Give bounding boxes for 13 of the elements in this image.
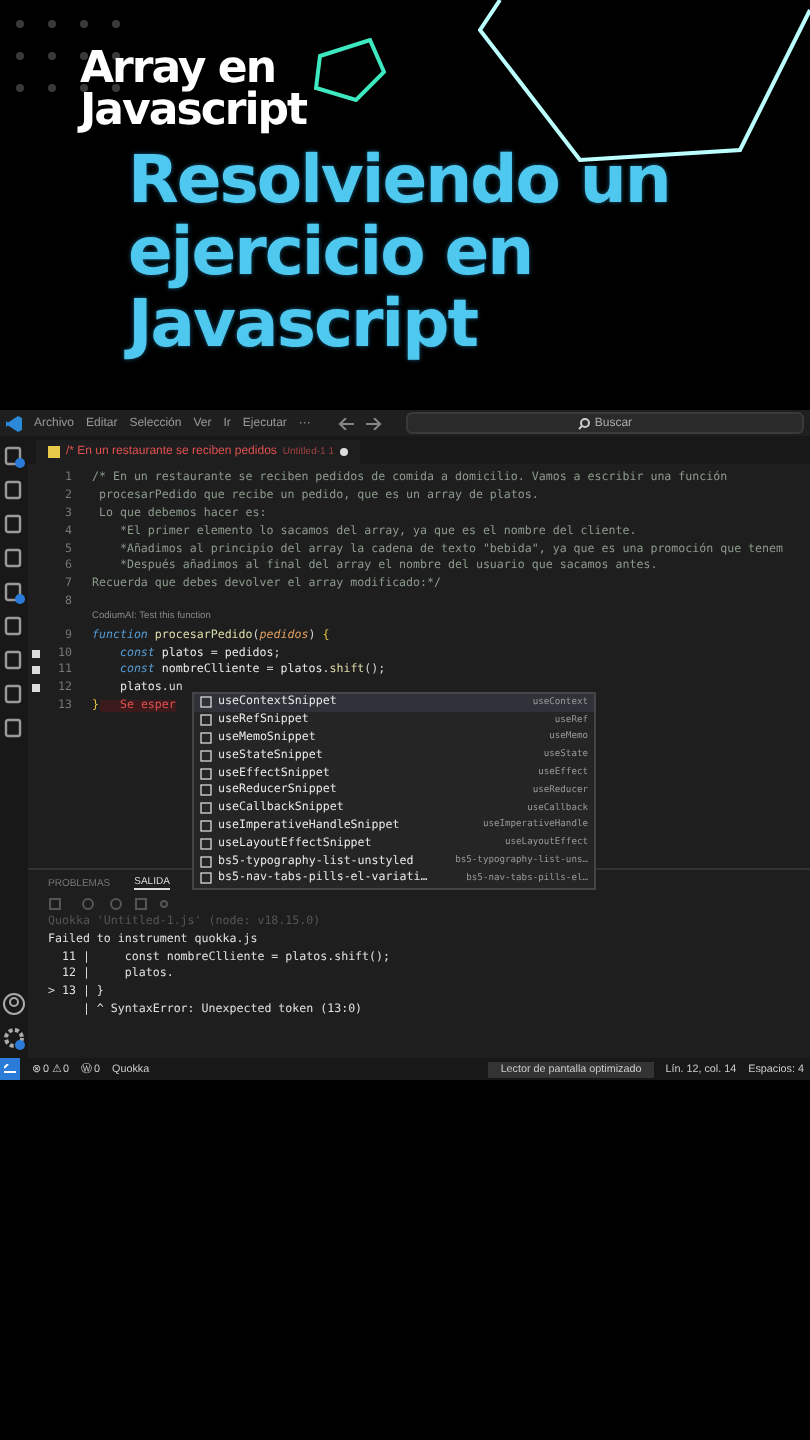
panel-toolbar-drawing (48, 898, 168, 910)
app-logo-icon (6, 415, 22, 431)
account-icon[interactable] (2, 992, 26, 1016)
breakpoint-marker[interactable] (32, 666, 40, 675)
breakpoint-marker[interactable] (32, 684, 40, 693)
title: Resolviendo un ejercicio en Javascript (128, 144, 670, 360)
remote-button[interactable] (0, 1058, 20, 1080)
subtitle: Array en Javascript (80, 48, 307, 132)
settings-icon[interactable] (2, 1026, 26, 1050)
js-file-icon (48, 446, 60, 458)
nav-arrows-icon[interactable] (338, 417, 383, 429)
breakpoint-marker[interactable] (32, 649, 40, 658)
remote-icon (4, 1063, 16, 1075)
